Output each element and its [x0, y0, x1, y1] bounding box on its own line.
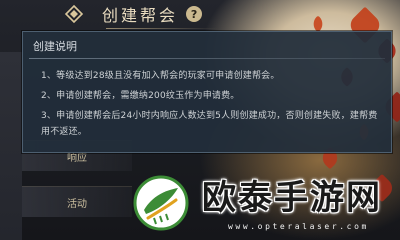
- brand-name: 欧泰手游网: [202, 178, 382, 218]
- help-icon[interactable]: ?: [186, 6, 203, 22]
- menu-item-label: 活动: [67, 198, 87, 210]
- maple-leaf-decoration: [309, 15, 327, 33]
- back-arrow-icon[interactable]: [64, 4, 84, 24]
- menu-item-activity[interactable]: 活动: [22, 186, 132, 217]
- instructions-dialog: 创建说明 1、等级达到28级且没有加入帮会的玩家可申请创建帮会。 2、申请创建帮…: [22, 31, 392, 153]
- brand-logo-icon: [132, 174, 190, 232]
- rule-text: 1、等级达到28级且没有加入帮会的玩家可申请创建帮会。: [41, 71, 280, 81]
- site-watermark: 欧泰手游网 www.opteralaser.com: [118, 172, 400, 240]
- title-underline: [106, 28, 218, 29]
- dialog-title: 创建说明: [33, 40, 77, 53]
- dialog-divider: [29, 58, 385, 59]
- side-strip: [0, 52, 22, 240]
- rule-text: 3、申请创建帮会后24小时内响应人数达到5人则创建成功，否则创建失败，建帮费用不…: [41, 111, 378, 137]
- header-bar: 创建帮会 ?: [64, 0, 254, 28]
- page-title: 创建帮会: [102, 6, 179, 25]
- brand-url: www.opteralaser.com: [228, 222, 369, 231]
- rule-text: 2、申请创建帮会，需缴纳200纹玉作为申请费。: [41, 91, 240, 101]
